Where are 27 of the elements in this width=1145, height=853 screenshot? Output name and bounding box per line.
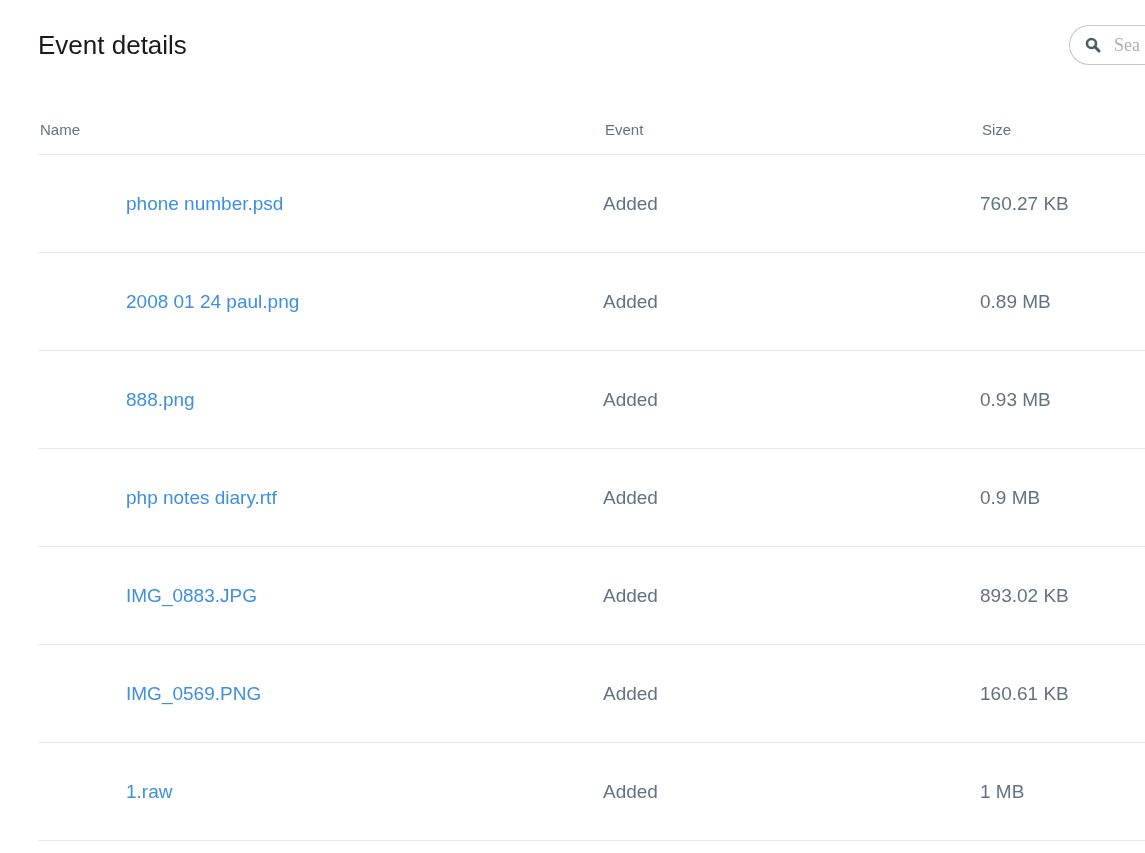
event-cell-text: Added — [603, 192, 659, 215]
search-field[interactable]: Sea — [1069, 25, 1145, 65]
file-link[interactable]: IMG_0883.JPG — [126, 584, 257, 606]
event-cell-text: Added — [603, 290, 659, 313]
event-cell-text: Added — [603, 682, 659, 705]
size-cell-text: 160.61 KB — [980, 682, 1070, 705]
column-header: Name — [39, 120, 81, 138]
file-link[interactable]: php notes diary.rtf — [126, 486, 277, 508]
file-link[interactable]: IMG_0569.PNG — [126, 682, 262, 704]
file-link[interactable]: phone number.psd — [126, 192, 284, 214]
size-cell-text: 760.27 KB — [980, 192, 1070, 215]
column-header: Event — [605, 120, 645, 138]
file-link[interactable]: 2008 01 24 paul.png — [126, 290, 300, 312]
file-link[interactable]: 1.raw — [126, 780, 173, 802]
search-icon — [1085, 37, 1101, 53]
event-cell-text: Added — [603, 780, 659, 803]
size-cell-text: 893.02 KB — [980, 584, 1070, 607]
size-cell-text: 0.89 MB — [980, 290, 1052, 313]
event-cell-text: Added — [603, 486, 659, 509]
size-cell-text: 0.9 MB — [980, 486, 1042, 509]
page-title: Event details — [38, 29, 187, 61]
event-cell-text: Added — [603, 584, 659, 607]
column-header: Size — [982, 120, 1013, 138]
file-link[interactable]: 888.png — [126, 388, 195, 410]
size-cell-text: 0.93 MB — [980, 388, 1052, 411]
event-cell-text: Added — [603, 388, 659, 411]
size-cell-text: 1 MB — [980, 780, 1026, 803]
